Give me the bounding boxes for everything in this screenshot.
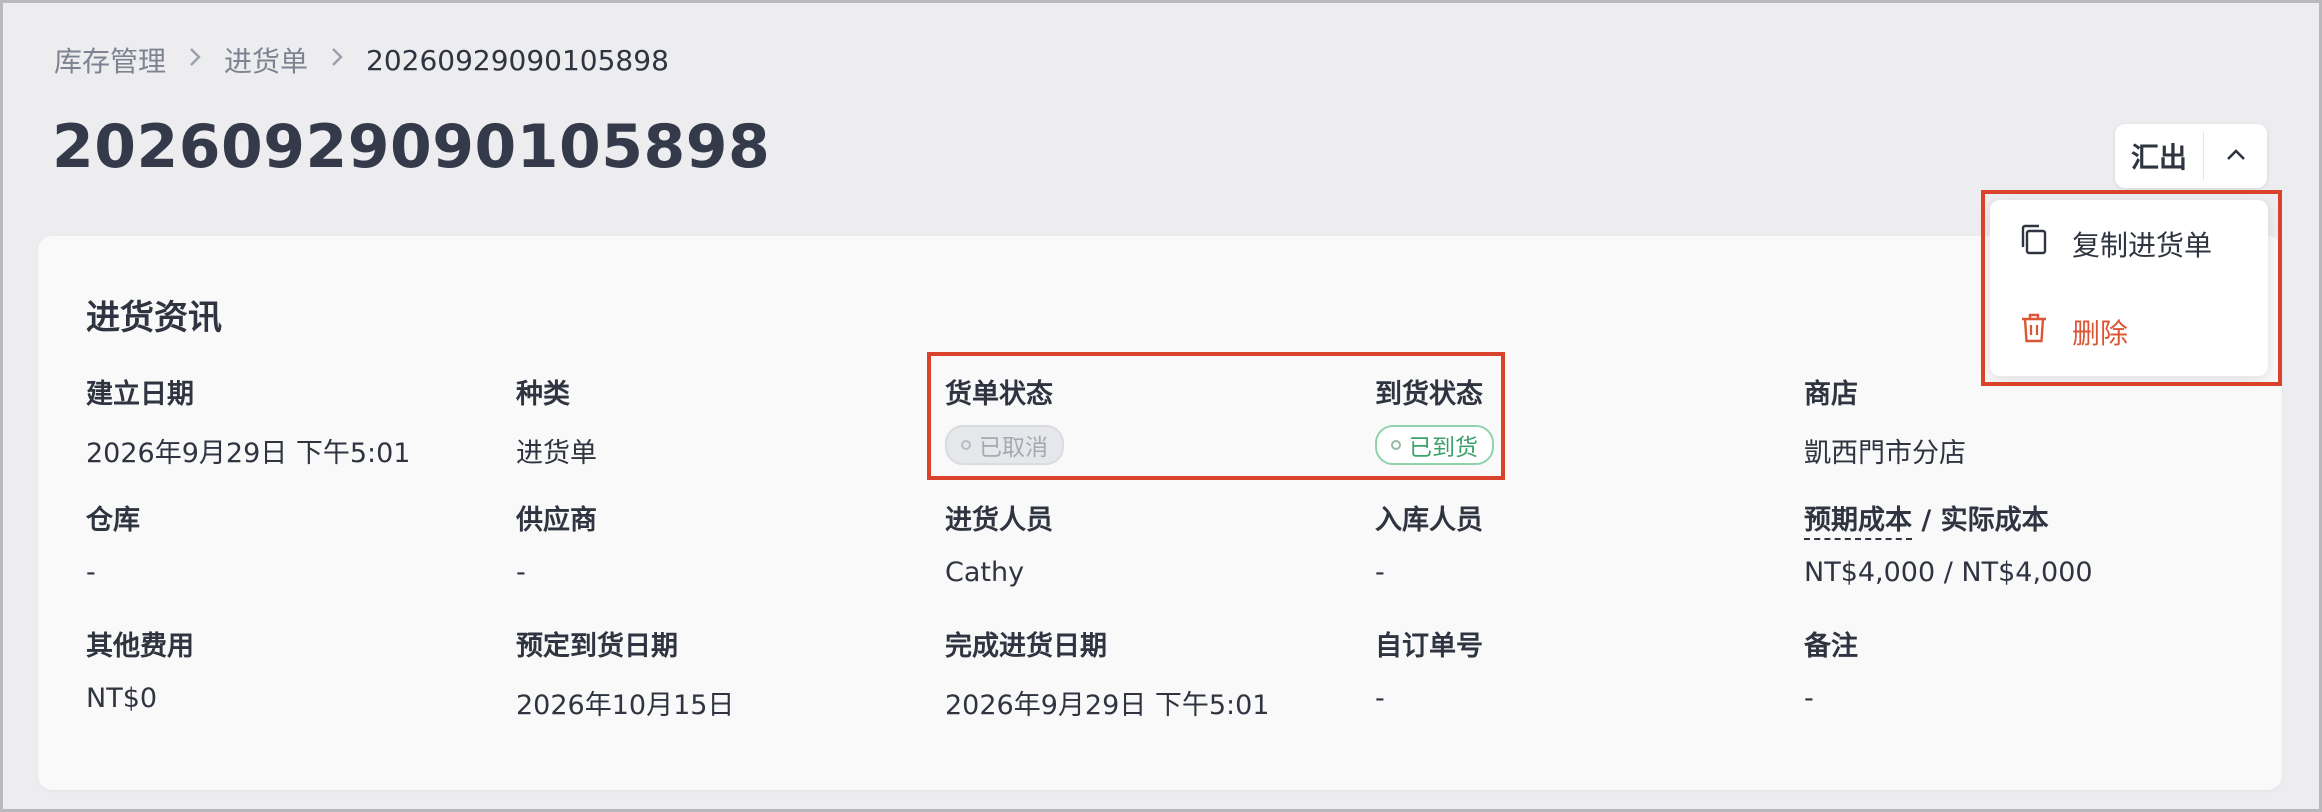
highlight-box-menu bbox=[1981, 190, 2282, 386]
field-type: 种类 进货单 bbox=[516, 372, 597, 470]
field-value: NT$4,000 / NT$4,000 bbox=[1804, 557, 2093, 588]
field-label: 商店 bbox=[1804, 379, 1858, 410]
chevron-up-icon bbox=[2225, 147, 2247, 166]
field-warehouse: 仓库 - bbox=[86, 498, 140, 588]
page-title: 20260929090105898 bbox=[52, 112, 771, 182]
export-button[interactable]: 汇出 bbox=[2115, 124, 2203, 188]
field-label: 备注 bbox=[1804, 631, 1858, 662]
field-cost: 预期成本 / 实际成本 NT$4,000 / NT$4,000 bbox=[1804, 498, 2093, 588]
field-value: - bbox=[1375, 557, 1385, 588]
field-supplier: 供应商 - bbox=[516, 498, 597, 588]
field-value: 凱西門市分店 bbox=[1804, 438, 1966, 469]
field-label: 进货人员 bbox=[945, 505, 1053, 536]
field-other-fees: 其他费用 NT$0 bbox=[86, 624, 194, 714]
more-actions-toggle[interactable] bbox=[2204, 124, 2267, 188]
breadcrumb-inventory[interactable]: 库存管理 bbox=[54, 40, 166, 80]
field-label: 种类 bbox=[516, 379, 570, 410]
field-value: 2026年9月29日 下午5:01 bbox=[86, 438, 411, 469]
field-notes: 备注 - bbox=[1804, 624, 1858, 714]
field-value: 2026年10月15日 bbox=[516, 690, 735, 721]
field-label: 完成进货日期 bbox=[945, 631, 1107, 662]
chevron-right-icon bbox=[188, 45, 202, 75]
field-receiver: 入库人员 - bbox=[1375, 498, 1483, 588]
export-split-button: 汇出 bbox=[2115, 124, 2267, 188]
cost-expected-tooltip-label[interactable]: 预期成本 bbox=[1804, 505, 1912, 540]
field-value: NT$0 bbox=[86, 683, 158, 714]
field-expected-arrival: 预定到货日期 2026年10月15日 bbox=[516, 624, 734, 722]
field-custom-order-no: 自订单号 - bbox=[1375, 624, 1483, 714]
field-label: 自订单号 bbox=[1375, 631, 1483, 662]
breadcrumb: 库存管理 进货单 20260929090105898 bbox=[54, 40, 669, 80]
field-value: - bbox=[1804, 683, 1814, 714]
section-title: 进货资讯 bbox=[86, 298, 222, 338]
cost-actual-label: 实际成本 bbox=[1940, 505, 2049, 536]
field-value: - bbox=[86, 557, 96, 588]
field-value: 进货单 bbox=[516, 438, 597, 469]
field-created-date: 建立日期 2026年9月29日 下午5:01 bbox=[86, 372, 410, 470]
field-label: 预定到货日期 bbox=[516, 631, 678, 662]
field-value: 2026年9月29日 下午5:01 bbox=[945, 690, 1270, 721]
field-label: 仓库 bbox=[86, 505, 140, 536]
purchase-info-card: 进货资讯 建立日期 2026年9月29日 下午5:01 种类 进货单 货单状态 … bbox=[38, 236, 2282, 790]
field-value: - bbox=[516, 557, 526, 588]
field-label: 入库人员 bbox=[1375, 505, 1483, 536]
field-completed-date: 完成进货日期 2026年9月29日 下午5:01 bbox=[945, 624, 1269, 722]
field-purchaser: 进货人员 Cathy bbox=[945, 498, 1053, 588]
field-label: 其他费用 bbox=[86, 631, 194, 662]
field-store: 商店 凱西門市分店 bbox=[1804, 372, 1966, 470]
field-value: - bbox=[1375, 683, 1385, 714]
highlight-box-status bbox=[927, 352, 1505, 480]
breadcrumb-purchase-orders[interactable]: 进货单 bbox=[224, 40, 308, 80]
field-label: 建立日期 bbox=[86, 379, 194, 410]
breadcrumb-current: 20260929090105898 bbox=[366, 43, 669, 77]
field-label: 预期成本 / 实际成本 bbox=[1804, 498, 2093, 540]
field-label: 供应商 bbox=[516, 505, 597, 536]
field-value: Cathy bbox=[945, 557, 1025, 588]
cost-label-separator: / bbox=[1912, 505, 1941, 536]
chevron-right-icon bbox=[330, 45, 344, 75]
